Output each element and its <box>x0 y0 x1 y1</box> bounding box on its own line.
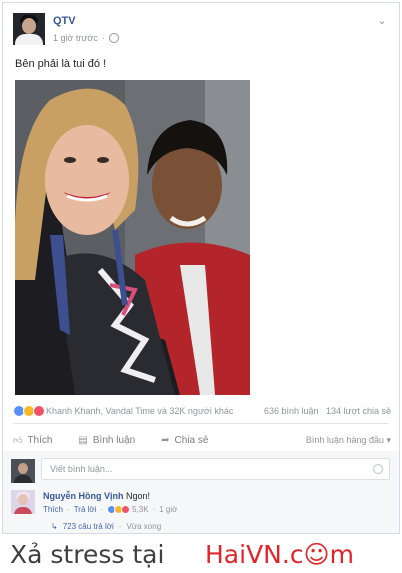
current-user-avatar <box>11 459 35 483</box>
post-time[interactable]: 1 giờ trước <box>53 33 98 43</box>
like-label: Thích <box>27 434 53 446</box>
post-card: QTV 1 giờ trước · ⌄ Bên phải là tui đó ! <box>2 2 400 534</box>
love-icon <box>33 405 45 417</box>
camera-icon[interactable] <box>373 464 383 474</box>
reply-arrow-icon: ↳ <box>51 522 58 531</box>
post-text: Bên phải là tui đó ! <box>15 58 107 70</box>
replies-link[interactable]: ↳ 723 câu trả lời · Vừa xong <box>51 522 161 531</box>
comment-reaction-count[interactable]: 5,3K <box>132 505 148 514</box>
thumbs-up-icon: 👍︎ <box>13 434 23 445</box>
love-icon <box>121 505 131 514</box>
comment-reply-link[interactable]: Trả lời <box>74 505 97 514</box>
replies-label: 723 câu trả lời <box>62 522 114 531</box>
commenter-avatar[interactable] <box>11 490 35 514</box>
globe-icon <box>108 33 119 43</box>
comment-icon: ▤ <box>78 434 88 446</box>
action-bar: 👍︎ Thích ▤ Bình luận ➦ Chia sẻ Bình luận… <box>13 431 391 449</box>
reactions-summary: Khanh Khanh, Vandal Time và 32K người kh… <box>13 403 391 419</box>
share-button[interactable]: ➦ Chia sẻ <box>161 435 208 446</box>
author-name[interactable]: QTV <box>53 15 76 27</box>
author-avatar[interactable] <box>13 13 45 45</box>
comment-sort-dropdown[interactable]: Bình luận hàng đầu ▾ <box>306 435 391 446</box>
comment-placeholder: Viết bình luận... <box>50 464 113 474</box>
comment-item: Nguyễn Hồng Vịnh Ngon! <box>43 491 150 501</box>
reaction-names[interactable]: Khanh Khanh, Vandal Time và 32K người kh… <box>46 406 264 416</box>
share-label: Chia sẻ <box>174 434 209 446</box>
divider <box>13 423 389 424</box>
selfie-image <box>15 80 250 395</box>
comment-text: Ngon! <box>126 491 151 501</box>
shares-count[interactable]: 134 lượt chia sẻ <box>326 406 391 416</box>
site-watermark: Xả stress tại HaiVN.c☺m <box>0 534 402 573</box>
post-header: QTV 1 giờ trước · ⌄ <box>13 13 389 49</box>
chevron-down-icon[interactable]: ⌄ <box>375 15 389 27</box>
share-icon: ➦ <box>161 434 170 446</box>
comment-like-link[interactable]: Thích <box>43 505 63 514</box>
comment-time[interactable]: 1 giờ <box>159 505 177 514</box>
like-button[interactable]: 👍︎ Thích <box>13 435 52 446</box>
comments-count[interactable]: 636 bình luận <box>264 406 319 416</box>
comments-section: Viết bình luận... Nguyễn Hồng Vịnh Ngon!… <box>3 451 399 533</box>
comment-meta: Thích · Trả lời · 5,3K · 1 giờ <box>43 505 178 514</box>
commenter-name[interactable]: Nguyễn Hồng Vịnh <box>43 491 124 501</box>
post-photo[interactable] <box>15 80 250 395</box>
watermark-text: Xả stress tại <box>10 540 165 569</box>
comment-label: Bình luận <box>92 434 136 446</box>
watermark-logo: HaiVN.c☺m <box>205 540 354 569</box>
comment-input[interactable]: Viết bình luận... <box>41 458 390 480</box>
replies-time: Vừa xong <box>126 522 162 531</box>
post-meta: 1 giờ trước · <box>53 33 119 43</box>
comment-button[interactable]: ▤ Bình luận <box>78 435 135 446</box>
